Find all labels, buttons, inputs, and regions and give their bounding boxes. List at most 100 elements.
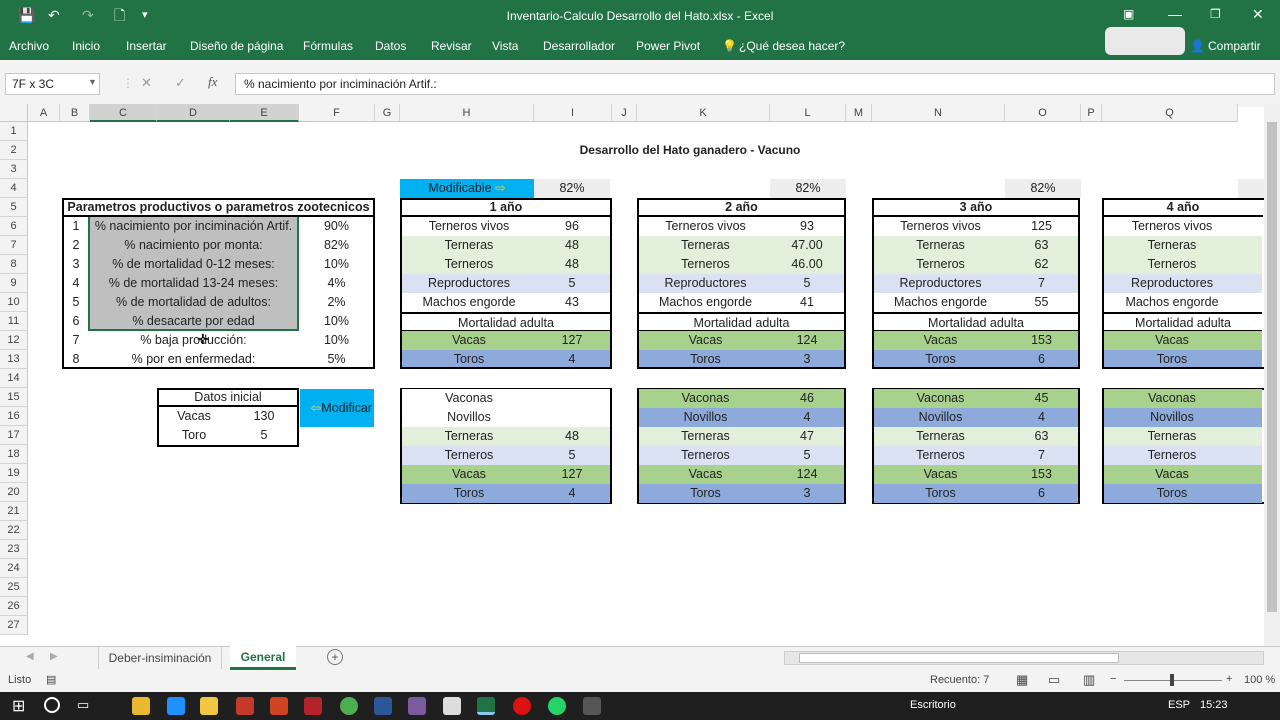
tab-revisar[interactable]: Revisar bbox=[431, 39, 472, 53]
year-row-value[interactable] bbox=[1238, 427, 1262, 446]
param-number[interactable]: 3 bbox=[64, 255, 88, 274]
year-header[interactable]: 3 año bbox=[873, 198, 1079, 217]
add-sheet-icon[interactable]: + bbox=[327, 649, 343, 665]
param-value[interactable]: 82% bbox=[299, 236, 374, 255]
year-row-value[interactable]: 4 bbox=[770, 408, 844, 427]
year-row-value[interactable]: 5 bbox=[534, 274, 610, 293]
column-header[interactable]: P bbox=[1081, 104, 1102, 122]
row-header[interactable]: 5 bbox=[0, 198, 28, 217]
year-row-label[interactable]: Toros bbox=[639, 484, 772, 503]
tab-datos[interactable]: Datos bbox=[375, 39, 406, 53]
row-header[interactable]: 17 bbox=[0, 426, 28, 445]
row-header[interactable]: 1 bbox=[0, 122, 28, 141]
year-row-value[interactable]: 7 bbox=[1005, 446, 1078, 465]
row-header[interactable]: 27 bbox=[0, 616, 28, 635]
year-row-label[interactable]: Vacas bbox=[1104, 465, 1240, 484]
zoom-in-icon[interactable]: + bbox=[1226, 673, 1232, 685]
mail-icon[interactable] bbox=[443, 697, 461, 715]
zoom-out-icon[interactable]: − bbox=[1110, 673, 1116, 685]
toros-value[interactable]: 3 bbox=[770, 350, 844, 369]
vacas-value[interactable]: 127 bbox=[534, 331, 610, 350]
word-icon[interactable] bbox=[374, 697, 392, 715]
toros-value[interactable] bbox=[1238, 350, 1262, 369]
year-row-value[interactable]: 4 bbox=[534, 484, 610, 503]
year-row-value[interactable] bbox=[1238, 446, 1262, 465]
year-row-label[interactable]: Terneros bbox=[402, 446, 536, 465]
param-label[interactable]: % baja producción: bbox=[88, 331, 299, 350]
task-view-icon[interactable]: ▭ bbox=[77, 697, 89, 713]
row-header[interactable]: 11 bbox=[0, 312, 28, 331]
year-row-label[interactable]: Toros bbox=[1104, 484, 1240, 503]
row-header[interactable]: 7 bbox=[0, 236, 28, 255]
file-explorer-icon[interactable] bbox=[132, 697, 150, 715]
tab-formulas[interactable]: Fórmulas bbox=[303, 39, 353, 53]
year-row-value[interactable]: 5 bbox=[770, 446, 844, 465]
year-row-value[interactable] bbox=[1238, 408, 1262, 427]
column-header[interactable]: F bbox=[299, 104, 375, 122]
tab-inicio[interactable]: Inicio bbox=[72, 39, 100, 53]
year-row-value[interactable]: 3 bbox=[770, 484, 844, 503]
pdf-icon[interactable] bbox=[304, 697, 322, 715]
param-number[interactable]: 7 bbox=[64, 331, 88, 350]
year-row-label[interactable]: Reproductores bbox=[639, 274, 772, 293]
year-row-label[interactable]: Reproductores bbox=[874, 274, 1007, 293]
zoom-slider-thumb[interactable] bbox=[1170, 674, 1174, 686]
year-row-label[interactable]: Machos engorde bbox=[639, 293, 772, 312]
tab-diseno[interactable]: Diseño de página bbox=[190, 39, 283, 53]
param-value[interactable]: 5% bbox=[299, 350, 374, 369]
year-row-value[interactable]: 45 bbox=[1005, 389, 1078, 408]
page-layout-icon[interactable]: ▭ bbox=[1048, 672, 1060, 688]
column-header[interactable]: B bbox=[60, 104, 90, 122]
year-row-value[interactable] bbox=[1238, 255, 1262, 274]
vacas-value[interactable]: 153 bbox=[1005, 331, 1078, 350]
vacas-label[interactable]: Vacas bbox=[639, 331, 772, 350]
cortana-icon[interactable] bbox=[44, 697, 60, 713]
year-row-label[interactable]: Vaconas bbox=[639, 389, 772, 408]
tell-me-input[interactable]: ¿Qué desea hacer? bbox=[739, 39, 845, 53]
year-row-value[interactable]: 47 bbox=[770, 427, 844, 446]
year-row-label[interactable]: Novillos bbox=[639, 408, 772, 427]
tab-archivo[interactable]: Archivo bbox=[9, 39, 49, 53]
toros-value[interactable]: 4 bbox=[534, 350, 610, 369]
year-row-label[interactable]: Machos engorde bbox=[874, 293, 1007, 312]
year-row-value[interactable]: 96 bbox=[534, 217, 610, 236]
cancel-icon[interactable]: ✕ bbox=[141, 75, 152, 91]
row-header[interactable]: 13 bbox=[0, 350, 28, 369]
column-header[interactable]: H bbox=[400, 104, 534, 122]
year-row-label[interactable]: Vacas bbox=[639, 465, 772, 484]
mortalidad-header[interactable]: Mortalidad adulta bbox=[1104, 312, 1262, 332]
account-avatar[interactable] bbox=[1105, 27, 1185, 55]
function-icon[interactable]: fx bbox=[208, 74, 217, 90]
year-row-value[interactable] bbox=[1238, 293, 1262, 312]
year-row-value[interactable] bbox=[1238, 465, 1262, 484]
mortalidad-header[interactable]: Mortalidad adulta bbox=[874, 312, 1078, 332]
year-row-value[interactable]: 4 bbox=[1005, 408, 1078, 427]
row-header[interactable]: 10 bbox=[0, 293, 28, 312]
param-label[interactable]: % nacimiento por inciminación Artif. bbox=[88, 217, 299, 236]
tab-insertar[interactable]: Insertar bbox=[126, 39, 167, 53]
year-row-label[interactable]: Terneras bbox=[639, 236, 772, 255]
year-row-value[interactable]: 48 bbox=[534, 427, 610, 446]
row-header[interactable]: 8 bbox=[0, 255, 28, 274]
year-row-value[interactable]: 127 bbox=[534, 465, 610, 484]
sheet-tab-general[interactable]: General bbox=[230, 646, 296, 670]
year-row-value[interactable] bbox=[534, 389, 610, 408]
row-header[interactable]: 3 bbox=[0, 160, 28, 179]
column-header[interactable]: G bbox=[375, 104, 400, 122]
year-row-value[interactable]: 6 bbox=[1005, 484, 1078, 503]
year-row-label[interactable]: Toros bbox=[402, 484, 536, 503]
whatsapp-icon[interactable] bbox=[548, 697, 566, 715]
year-row-label[interactable]: Terneros bbox=[639, 255, 772, 274]
row-header[interactable]: 25 bbox=[0, 578, 28, 597]
name-box[interactable]: 7F x 3C bbox=[5, 73, 100, 95]
share-button[interactable]: Compartir bbox=[1208, 39, 1261, 53]
year-percent[interactable]: 82% bbox=[534, 179, 610, 198]
row-header[interactable]: 26 bbox=[0, 597, 28, 616]
param-label[interactable]: % desacarte por edad bbox=[88, 312, 299, 331]
year-percent[interactable]: 82% bbox=[1005, 179, 1081, 198]
year-row-value[interactable]: 5 bbox=[534, 446, 610, 465]
vacas-label[interactable]: Vacas bbox=[402, 331, 536, 350]
toros-label[interactable]: Toros bbox=[402, 350, 536, 369]
row-header[interactable]: 19 bbox=[0, 464, 28, 483]
year-row-value[interactable]: 43 bbox=[534, 293, 610, 312]
